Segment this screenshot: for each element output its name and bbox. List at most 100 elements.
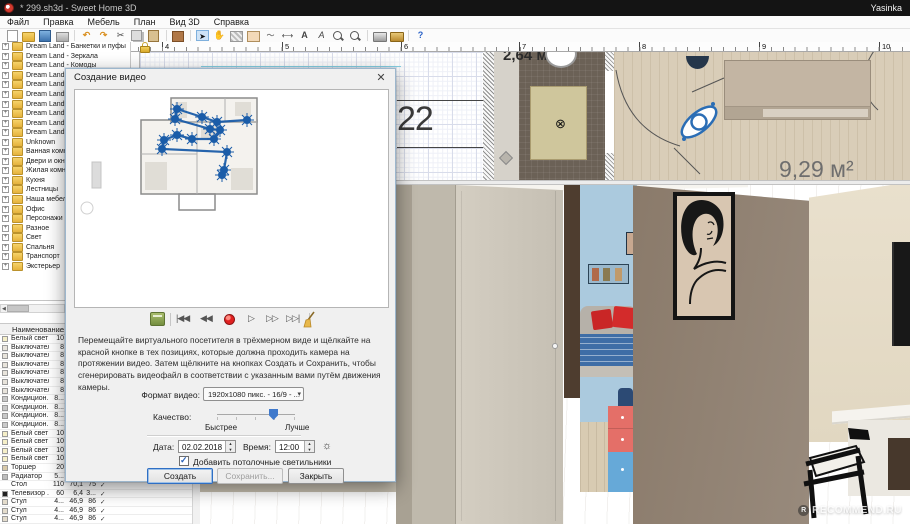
expander-icon[interactable]: +: [2, 81, 9, 88]
menu-help[interactable]: Справка: [207, 17, 256, 27]
video-path-preview[interactable]: [74, 89, 389, 308]
expander-icon[interactable]: +: [2, 120, 9, 127]
cut-icon[interactable]: ✂: [114, 30, 127, 41]
date-spinner[interactable]: 02.02.2018 ▲▼: [178, 440, 236, 453]
expander-icon[interactable]: +: [2, 158, 9, 165]
add-text-italic-icon[interactable]: A: [315, 30, 328, 41]
close-icon[interactable]: ✕: [374, 71, 388, 84]
desk-drawer: [888, 438, 910, 490]
spinner-buttons[interactable]: ▲▼: [304, 441, 314, 452]
dialog-title-bar[interactable]: Создание видео ✕: [66, 69, 395, 87]
bed-frame: [580, 366, 637, 377]
coral-drawers: [608, 406, 637, 452]
table-row[interactable]: Стул4...46,986✓: [0, 498, 200, 507]
rewind-icon[interactable]: ◀◀: [200, 313, 212, 324]
expander-icon[interactable]: +: [2, 72, 9, 79]
select-icon[interactable]: ➤: [196, 30, 209, 41]
expander-icon[interactable]: +: [2, 53, 9, 60]
wardrobe-top-view: [724, 60, 871, 120]
expander-icon[interactable]: +: [2, 215, 9, 222]
open-icon[interactable]: [22, 30, 35, 41]
expander-icon[interactable]: +: [2, 129, 9, 136]
quality-slider[interactable]: [217, 409, 295, 421]
table-row[interactable]: Стул4...46,986✓: [0, 507, 200, 516]
skip-end-icon[interactable]: ▷▷|: [286, 313, 299, 324]
ceiling-lights-checkbox[interactable]: ✓: [179, 456, 189, 466]
add-text-icon[interactable]: A: [298, 30, 311, 41]
scrollbar-thumb[interactable]: [7, 305, 29, 312]
menu-plan[interactable]: План: [127, 17, 163, 27]
save-button[interactable]: Сохранить...: [217, 468, 283, 484]
horizontal-scrollbar[interactable]: ◀: [0, 304, 65, 313]
blue-drawer: [608, 452, 637, 492]
photo-icon[interactable]: [373, 30, 386, 41]
time-spinner[interactable]: 12:00 ▲▼: [275, 440, 315, 453]
expander-icon[interactable]: +: [2, 139, 9, 146]
spinner-buttons[interactable]: ▲▼: [225, 441, 235, 452]
expander-icon[interactable]: +: [2, 167, 9, 174]
expander-icon[interactable]: +: [2, 234, 9, 241]
catalog-category[interactable]: +Dream Land - Банкетки и пуфы: [0, 42, 130, 52]
add-furniture-icon[interactable]: [172, 30, 185, 41]
wardrobe-band-light: [763, 109, 868, 117]
play-icon[interactable]: ▷: [248, 313, 254, 324]
new-plan-icon[interactable]: [5, 30, 18, 41]
create-polylines-icon[interactable]: 〜: [264, 30, 277, 41]
create-walls-icon[interactable]: [230, 30, 243, 41]
video-format-select[interactable]: 1920x1080 пикс. - 16/9 - ... ▾: [203, 387, 304, 401]
expander-icon[interactable]: +: [2, 101, 9, 108]
print-icon[interactable]: [56, 30, 69, 41]
expander-icon[interactable]: +: [2, 177, 9, 184]
broom-icon[interactable]: [302, 311, 318, 328]
zoom-out-icon[interactable]: [332, 30, 345, 41]
portrait-silhouette: [677, 196, 731, 316]
copy-icon[interactable]: [131, 30, 144, 41]
menu-view3d[interactable]: Вид 3D: [162, 17, 206, 27]
create-rooms-icon[interactable]: [247, 30, 260, 41]
expander-icon[interactable]: +: [2, 148, 9, 155]
folder-icon: [12, 52, 23, 61]
redo-icon[interactable]: ↷: [97, 30, 110, 41]
expander-icon[interactable]: +: [2, 263, 9, 270]
catalog-category[interactable]: +Dream Land - Зеркала: [0, 52, 130, 62]
record-icon[interactable]: [224, 314, 235, 325]
table-row[interactable]: Стул4...46,986✓: [0, 515, 200, 524]
create-dimensions-icon[interactable]: ⟷: [281, 30, 294, 41]
column-more[interactable]: …: [57, 325, 65, 334]
video-icon[interactable]: [390, 30, 403, 41]
zoom-in-icon[interactable]: [349, 30, 362, 41]
expander-icon[interactable]: +: [2, 186, 9, 193]
menu-file[interactable]: Файл: [0, 17, 36, 27]
create-button[interactable]: Создать: [147, 468, 213, 484]
quality-label: Качество:: [153, 412, 191, 422]
bedroom-view: [580, 184, 637, 492]
expander-icon[interactable]: +: [2, 253, 9, 260]
plan-wall-line: [201, 66, 401, 67]
delete-path-icon[interactable]: [150, 312, 165, 326]
paste-icon[interactable]: [148, 30, 161, 41]
help-icon[interactable]: ?: [414, 30, 427, 41]
skip-start-icon[interactable]: |◀◀: [176, 313, 189, 324]
expander-icon[interactable]: +: [2, 206, 9, 213]
undo-icon[interactable]: ↶: [80, 30, 93, 41]
expander-icon[interactable]: +: [2, 244, 9, 251]
save-icon[interactable]: [39, 30, 52, 41]
close-button[interactable]: Закрыть: [288, 468, 344, 484]
photo: [592, 268, 599, 281]
fast-forward-icon[interactable]: ▷▷: [266, 313, 278, 324]
table-row[interactable]: Телевизор ...606,43...✓: [0, 490, 200, 499]
expander-icon[interactable]: +: [2, 196, 9, 203]
expander-icon[interactable]: +: [2, 43, 9, 50]
playback-controls: |◀◀ ◀◀ ▷ ▷▷ ▷▷|: [66, 311, 397, 329]
drawer-line: [608, 428, 637, 429]
pan-icon[interactable]: ✋: [213, 30, 226, 41]
menu-edit[interactable]: Правка: [36, 17, 80, 27]
expander-icon[interactable]: +: [2, 225, 9, 232]
menu-furniture[interactable]: Мебель: [81, 17, 127, 27]
sweet-home-3d-window: * 299.sh3d - Sweet Home 3D Yasinka Файл …: [0, 0, 910, 524]
expander-icon[interactable]: +: [2, 91, 9, 98]
slider-thumb[interactable]: [269, 409, 278, 420]
folder-icon: [12, 119, 23, 128]
expander-icon[interactable]: +: [2, 62, 9, 69]
expander-icon[interactable]: +: [2, 110, 9, 117]
